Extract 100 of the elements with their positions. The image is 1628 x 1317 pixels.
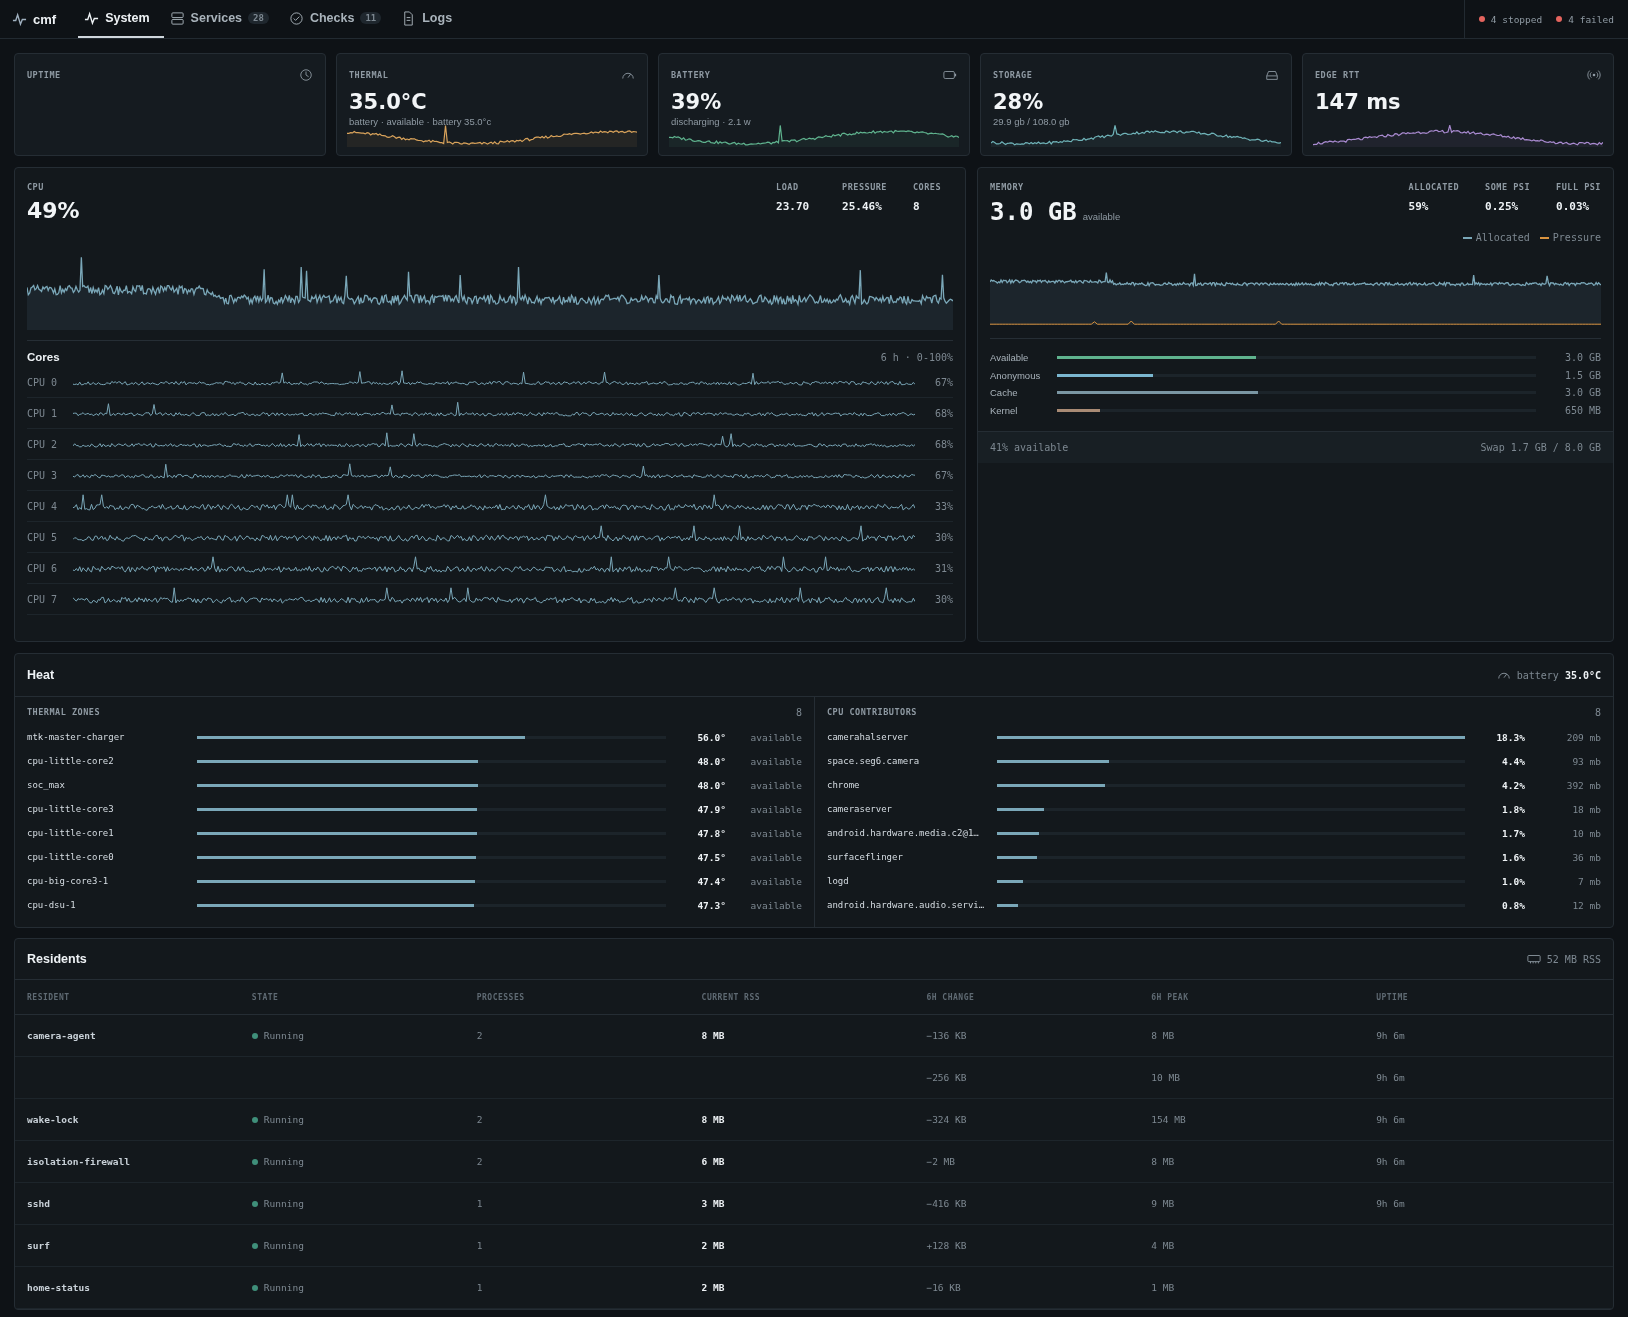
section-count: 8	[1594, 707, 1601, 718]
signal-icon	[1587, 68, 1601, 82]
running-dot	[251, 1116, 258, 1123]
section-title: Cores	[27, 351, 60, 363]
state-text: Running	[263, 1156, 304, 1167]
running-dot	[251, 1284, 258, 1291]
cpu-value: 49%	[27, 198, 80, 223]
memory-bar-label: Cache	[990, 387, 1019, 399]
running-dot	[251, 1032, 258, 1039]
table-cell-text: 8 MB	[1151, 1156, 1176, 1167]
table-cell-text: wake-lock	[27, 1114, 80, 1125]
brand-name: cmf	[33, 11, 57, 27]
table-cell-text: 8 MB	[1151, 1030, 1176, 1041]
process-memory: 18 mb	[1571, 803, 1601, 815]
count-badge: 11	[360, 12, 382, 24]
process-name: android.hardware.audio.servi…	[827, 900, 986, 910]
table-cell-text: 9h 6m	[1376, 1114, 1406, 1125]
table-cell-text: 10 MB	[1151, 1072, 1181, 1083]
card-label: EDGE RTT	[1315, 70, 1360, 80]
stat-label: FULL PSI	[1556, 182, 1601, 192]
zone-name: cpu-little-core1	[27, 828, 115, 838]
table-cell-text: isolation-firewall	[27, 1156, 131, 1167]
table-cell-text: camera-agent	[27, 1030, 97, 1041]
core-reading: 67%	[933, 376, 953, 388]
table-cell-text: 2	[476, 1030, 484, 1041]
process-name: surfaceflinger	[827, 852, 904, 862]
stat-value: 8	[913, 200, 921, 213]
section-count: 8	[795, 707, 802, 718]
zone-status: available	[749, 755, 802, 767]
memory-bar-reading: 3.0 GB	[1563, 387, 1601, 399]
table-cell-text: −16 KB	[926, 1282, 962, 1293]
zone-status: available	[749, 827, 802, 839]
core-name: CPU 6	[27, 562, 59, 574]
table-cell-text: 8 MB	[701, 1114, 726, 1125]
cpu-share: 1.0%	[1501, 875, 1525, 887]
panel-title: Residents	[27, 952, 87, 966]
table-cell-text: 2	[476, 1156, 484, 1167]
check-circle-icon	[288, 10, 304, 26]
zone-name: mtk-master-charger	[27, 732, 126, 742]
stat-value: 23.70	[776, 200, 811, 213]
stat-value: 59%	[1408, 200, 1430, 213]
stat-label: ALLOCATED	[1408, 182, 1460, 192]
stat-value: 0.03%	[1556, 200, 1591, 213]
table-cell-text: −256 KB	[926, 1072, 968, 1083]
zone-status: available	[749, 779, 802, 791]
process-memory: 209 mb	[1565, 731, 1601, 743]
stat-value: 0.25%	[1485, 200, 1520, 213]
running-dot	[251, 1242, 258, 1249]
memory-bar-label: Anonymous	[990, 369, 1042, 381]
legend-swatch	[1462, 236, 1472, 239]
table-cell-text: 9h 6m	[1376, 1072, 1406, 1083]
table-cell-text: 8 MB	[701, 1030, 726, 1041]
status-dot	[1478, 16, 1485, 22]
table-cell-text: −2 MB	[926, 1156, 957, 1167]
zone-name: cpu-little-core3	[27, 804, 115, 814]
nav-tab[interactable]: Checks 11	[282, 0, 396, 38]
state-text: Running	[263, 1240, 304, 1251]
panel-label: CPU	[27, 182, 45, 192]
zone-name: cpu-little-core2	[27, 756, 115, 766]
memory-bar-reading: 650 MB	[1563, 404, 1601, 416]
table-cell-text: +128 KB	[926, 1240, 968, 1251]
nav-tab[interactable]: Logs	[395, 0, 467, 38]
state-text: Running	[263, 1030, 304, 1041]
running-dot	[251, 1200, 258, 1207]
process-name: chrome	[827, 780, 861, 790]
cpu-share: 0.8%	[1501, 899, 1525, 911]
process-name: android.hardware.media.c2@1…	[827, 828, 980, 838]
panel-label: MEMORY	[990, 182, 1025, 192]
zone-temp: 47.4°	[696, 875, 726, 887]
core-reading: 33%	[933, 500, 953, 512]
card-label: STORAGE	[993, 70, 1033, 80]
column-header: RESIDENT	[27, 992, 71, 1002]
cpu-share: 1.6%	[1501, 851, 1525, 863]
zone-status: available	[749, 731, 802, 743]
card-label: UPTIME	[27, 70, 61, 80]
stat-label: PRESSURE	[842, 182, 887, 192]
server-icon	[169, 10, 185, 26]
column-header: CURRENT RSS	[701, 992, 762, 1002]
core-reading: 67%	[933, 469, 953, 481]
stat-label: CORES	[913, 182, 943, 192]
nav-tab[interactable]: System	[78, 0, 164, 38]
panel-title: Heat	[27, 668, 55, 682]
zone-temp: 47.8°	[696, 827, 726, 839]
process-name: camerahalserver	[827, 732, 910, 742]
card-subtitle: 29.9 gb / 108.0 gb	[993, 116, 1071, 127]
footer-text: 41% available	[990, 442, 1069, 453]
column-header: 6H PEAK	[1151, 992, 1190, 1002]
cpu-share: 4.4%	[1501, 755, 1525, 767]
section-label: CPU CONTRIBUTORS	[827, 707, 917, 718]
table-cell-text: 1	[476, 1282, 484, 1293]
nav-tab[interactable]: Services 28	[163, 0, 283, 38]
column-header: STATE	[251, 992, 280, 1002]
zone-temp: 48.0°	[696, 779, 726, 791]
memory-bar-reading: 1.5 GB	[1563, 369, 1601, 381]
memory-bar-reading: 3.0 GB	[1563, 352, 1601, 364]
stat-label: LOAD	[776, 182, 800, 192]
table-cell-text: 9h 6m	[1376, 1030, 1406, 1041]
memory-chip-icon	[1526, 952, 1541, 966]
stat-value: 25.46%	[842, 200, 883, 213]
clock-icon	[299, 68, 313, 82]
